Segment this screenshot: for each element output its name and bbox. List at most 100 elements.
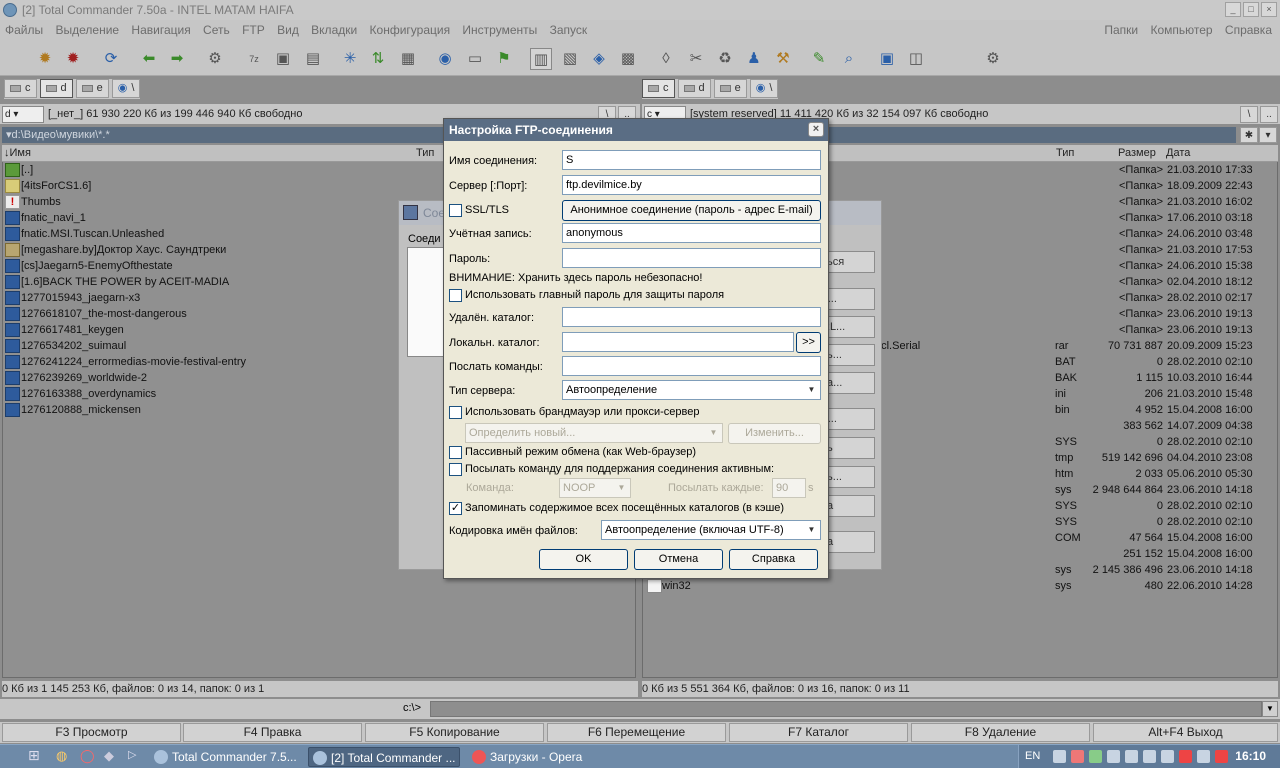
help-button[interactable]: Справка (729, 549, 818, 570)
browser-icon[interactable]: ◉ (434, 48, 456, 70)
menu-network[interactable]: Сеть (198, 20, 234, 40)
local-dir-input[interactable] (562, 332, 794, 352)
menu-tabs[interactable]: Вкладки (306, 20, 361, 40)
search-icon[interactable]: ⌕ (838, 48, 860, 70)
parent-button[interactable]: .. (1260, 106, 1278, 123)
firewall-checkbox[interactable] (449, 406, 462, 419)
send-every-input[interactable]: 90 (772, 478, 806, 498)
sort-name-column[interactable]: ↓ Имя (4, 145, 31, 161)
quicklaunch-icon[interactable]: ◍ (56, 748, 67, 764)
left-drive-combo[interactable]: d ▾ (2, 106, 44, 123)
taskbar-item-tc1[interactable]: Total Commander 7.5... (150, 747, 300, 767)
browse-local-dir-button[interactable]: >> (796, 332, 821, 353)
remote-dir-input[interactable] (562, 307, 821, 327)
tools-icon[interactable]: ⚒ (772, 48, 794, 70)
drive-button-c[interactable]: c (642, 79, 675, 98)
command-input[interactable] (430, 701, 1262, 717)
sort-type-column[interactable]: Тип (416, 145, 434, 161)
drive-button-e[interactable]: e (75, 79, 109, 98)
pencil-icon[interactable]: ✎ (808, 48, 830, 70)
person-icon[interactable]: ♟ (743, 48, 765, 70)
favorites-star-icon[interactable]: ✱ (1240, 127, 1258, 143)
volume-icon[interactable] (1143, 750, 1156, 763)
menu-tools[interactable]: Инструменты (457, 20, 541, 40)
master-password-checkbox[interactable] (449, 289, 462, 302)
menu-files[interactable]: Файлы (0, 20, 47, 40)
send-commands-input[interactable] (562, 356, 821, 376)
gear-alt-icon[interactable]: ⚙ (982, 48, 1004, 70)
menu-help[interactable]: Справка (1220, 20, 1276, 40)
taskbar-item-tc2[interactable]: [2] Total Commander ... (308, 747, 460, 767)
pack-icon[interactable]: 7z (243, 48, 265, 70)
f7-mkdir-button[interactable]: F7 Каталог (729, 723, 908, 742)
scissors-icon[interactable]: ✂ (685, 48, 707, 70)
tile-icon[interactable]: ◫ (905, 48, 927, 70)
shield-icon[interactable]: ◆ (104, 748, 114, 764)
drive-button-c[interactable]: c (4, 79, 37, 98)
network-icon[interactable]: ⚙ (204, 48, 226, 70)
drive-button-d[interactable]: d (677, 79, 711, 98)
unpack-all-icon[interactable]: ▤ (302, 48, 324, 70)
sort-size-column[interactable]: Размер (1118, 145, 1156, 161)
cancel-button[interactable]: Отмена (634, 549, 723, 570)
drive-button-d[interactable]: d (39, 79, 73, 98)
account-input[interactable]: anonymous (562, 223, 821, 243)
menu-view[interactable]: Вид (272, 20, 303, 40)
signal-icon[interactable] (1089, 750, 1102, 763)
keepalive-command-select[interactable]: NOOP ▼ (559, 478, 631, 498)
file-row[interactable]: win32 sys 480 22.06.2010 14:28 (643, 578, 1277, 594)
recycle-icon[interactable]: ♻ (714, 48, 736, 70)
tray-icon-7[interactable] (1161, 750, 1174, 763)
server-input[interactable]: ftp.devilmice.by (562, 175, 821, 195)
server-type-select[interactable]: Автоопределение ▼ (562, 380, 821, 400)
conn-name-input[interactable]: S (562, 150, 821, 170)
antivirus-icon[interactable] (1179, 750, 1192, 763)
maximize-button[interactable]: □ (1243, 2, 1259, 17)
refresh-icon[interactable]: ⟳ (100, 48, 122, 70)
windows-logo-icon[interactable]: ⊞ (28, 747, 40, 764)
drive-icon[interactable]: ◊ (655, 48, 677, 70)
minimize-button[interactable]: _ (1225, 2, 1241, 17)
f3-view-button[interactable]: F3 Просмотр (2, 723, 181, 742)
password-input[interactable] (562, 248, 821, 268)
connection-tree[interactable] (407, 247, 445, 357)
f8-delete-button[interactable]: F8 Удаление (911, 723, 1090, 742)
view-icon[interactable]: ▥ (530, 48, 552, 70)
f5-copy-button[interactable]: F5 Копирование (365, 723, 544, 742)
chevron-right-icon[interactable]: ▷ (128, 748, 136, 761)
tray-icon-2[interactable] (1071, 750, 1084, 763)
window-icon[interactable]: ▣ (876, 48, 898, 70)
drive-button-e[interactable]: e (713, 79, 747, 98)
ok-button[interactable]: OK (539, 549, 628, 570)
unpack-icon[interactable]: ▣ (272, 48, 294, 70)
language-indicator[interactable]: EN (1025, 750, 1040, 762)
sort-date-column[interactable]: Дата (1166, 145, 1190, 161)
multi-rename-icon[interactable]: ◈ (588, 48, 610, 70)
taskbar-item-opera[interactable]: Загрузки - Opera (468, 747, 618, 767)
tray-icon-4[interactable] (1107, 750, 1120, 763)
gear-icon[interactable]: ✹ (62, 48, 84, 70)
f6-move-button[interactable]: F6 Перемещение (547, 723, 726, 742)
anonymous-connection-button[interactable]: Анонимное соединение (пароль - адрес E-m… (562, 200, 821, 221)
network-tray-icon[interactable] (1125, 750, 1138, 763)
cache-dirs-checkbox[interactable]: ✓ (449, 502, 462, 515)
firewall-change-button[interactable]: Изменить... (728, 423, 821, 444)
dialog-close-button[interactable]: × (808, 122, 824, 137)
find-icon[interactable]: ✳ (339, 48, 361, 70)
menu-run[interactable]: Запуск (545, 20, 592, 40)
root-button[interactable]: \ (1240, 106, 1258, 123)
passive-mode-checkbox[interactable] (449, 446, 462, 459)
sync-icon[interactable]: ⇅ (367, 48, 389, 70)
close-button[interactable]: × (1261, 2, 1277, 17)
menu-folders[interactable]: Папки (1099, 20, 1142, 40)
edit-icon[interactable]: ▧ (559, 48, 581, 70)
alt-f4-exit-button[interactable]: Alt+F4 Выход (1093, 723, 1278, 742)
settings-gear-icon[interactable]: ✹ (34, 48, 56, 70)
keepalive-checkbox[interactable] (449, 463, 462, 476)
drive-button-network[interactable]: ◉ \ (749, 79, 779, 98)
tray-icon-9[interactable] (1197, 750, 1210, 763)
menu-navigation[interactable]: Навигация (126, 20, 194, 40)
compare-icon[interactable]: ▩ (617, 48, 639, 70)
f4-edit-button[interactable]: F4 Правка (183, 723, 362, 742)
encoding-select[interactable]: Автоопределение (включая UTF-8) ▼ (601, 520, 821, 540)
